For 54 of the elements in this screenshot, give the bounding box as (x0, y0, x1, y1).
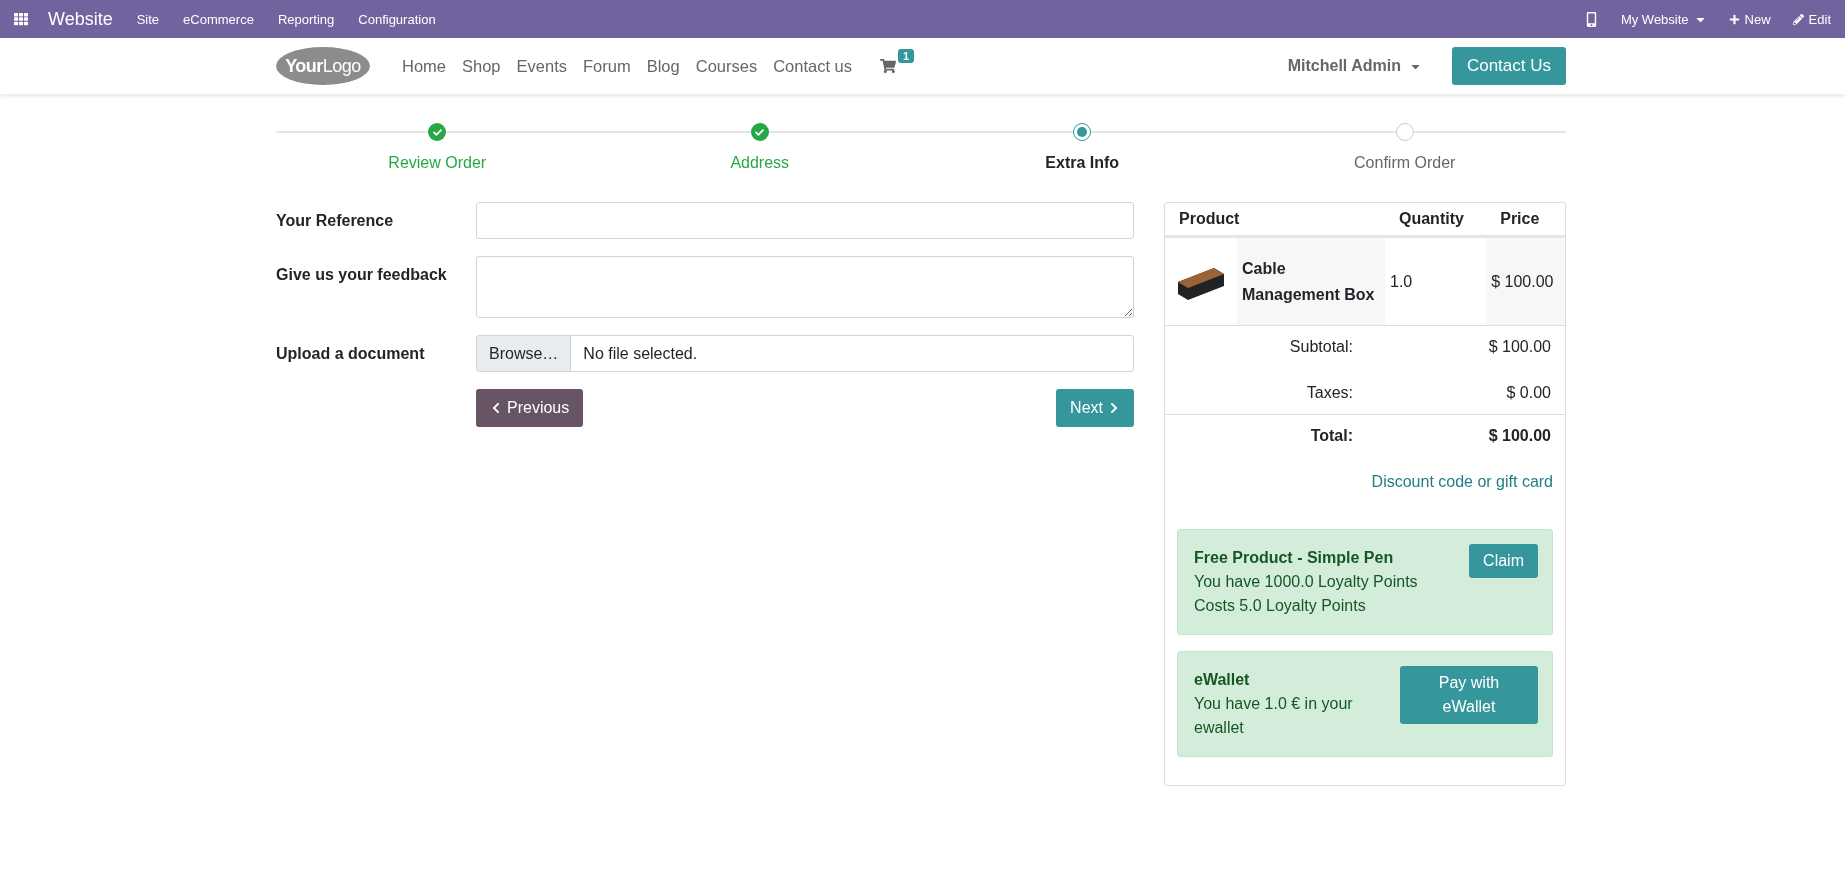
grid-menu-icon[interactable] (14, 12, 28, 26)
reward-text: Costs 5.0 Loyalty Points (1194, 596, 1367, 617)
cart-icon[interactable] (880, 58, 897, 74)
new-button[interactable]: New (1728, 11, 1771, 27)
cart-count-badge: 1 (898, 49, 915, 63)
nav-link[interactable]: Events (516, 56, 567, 76)
field-label: Upload a document (276, 344, 426, 363)
pencil-icon (1792, 13, 1804, 25)
top-menu-item[interactable]: eCommerce (183, 11, 254, 27)
textarea-field[interactable] (476, 256, 1134, 318)
logo[interactable]: YourLogo (276, 47, 370, 85)
app-name[interactable]: Website (48, 8, 113, 30)
reward-title: eWallet (1194, 670, 1251, 691)
step-label: Address (730, 154, 790, 172)
product-name: Cable Management Box (1237, 236, 1385, 326)
step-label: Review Order (388, 154, 487, 172)
top-menu-item[interactable]: Reporting (277, 11, 335, 27)
top-menu-item[interactable]: Site (136, 11, 160, 27)
reward-text: You have 1000.0 Loyalty Points (1194, 572, 1419, 593)
subtotal-label: Subtotal: (1288, 337, 1353, 358)
reward-button[interactable]: Pay with eWallet (1400, 666, 1538, 725)
nav-link[interactable]: Blog (646, 56, 680, 76)
nav-link[interactable]: Forum (583, 56, 631, 76)
nav-link[interactable]: Courses (695, 56, 758, 76)
nav-link[interactable]: Contact us (773, 56, 853, 76)
next-button[interactable]: Next (1056, 389, 1134, 427)
quantity-cell: 1.0 (1385, 236, 1487, 326)
field-label: Give us your feedback (276, 265, 448, 284)
user-menu[interactable]: Mitchell Admin (1287, 57, 1422, 75)
nav-link[interactable]: Home (402, 56, 446, 76)
taxes-label: Taxes: (1305, 383, 1353, 404)
total-value: $ 100.00 (1487, 426, 1551, 447)
total-label: Total: (1309, 426, 1353, 447)
subtotal-value: $ 100.00 (1487, 337, 1551, 358)
chevron-right-icon (1108, 402, 1120, 414)
contact-us-button[interactable]: Contact Us (1451, 47, 1566, 85)
file-input-field[interactable]: Browse… No file selected. (476, 335, 1134, 372)
edit-button[interactable]: Edit (1792, 11, 1831, 27)
reward-text: You have 1.0 € in your ewallet (1194, 694, 1354, 739)
reward-button[interactable]: Claim (1469, 544, 1538, 579)
step-label: Confirm Order (1354, 154, 1456, 172)
field-label: Your Reference (276, 211, 395, 230)
discount-code-link[interactable]: Discount code or gift card (1165, 453, 1565, 492)
plus-icon (1728, 13, 1740, 25)
step-label: Extra Info (1045, 154, 1120, 172)
nav-link[interactable]: Shop (462, 56, 501, 76)
website-dropdown[interactable]: My Website (1620, 11, 1707, 27)
price-cell: $ 100.00 (1486, 236, 1565, 326)
top-menu-item[interactable]: Configuration (358, 11, 436, 27)
reward-title: Free Product - Simple Pen (1194, 548, 1395, 569)
chevron-left-icon (490, 402, 502, 414)
input-field[interactable] (476, 202, 1134, 239)
taxes-value: $ 0.00 (1505, 383, 1551, 404)
previous-button[interactable]: Previous (476, 389, 584, 427)
